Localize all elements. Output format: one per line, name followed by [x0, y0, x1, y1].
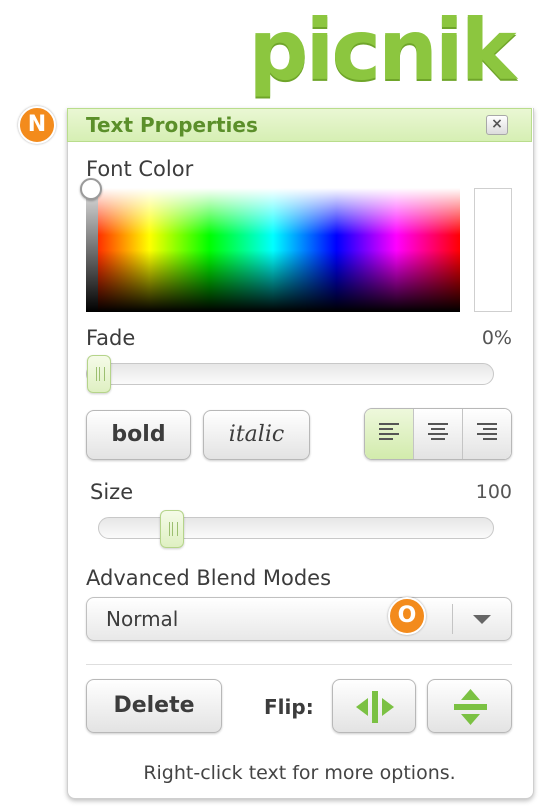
- italic-button[interactable]: italic: [203, 410, 310, 460]
- size-value: 100: [475, 481, 512, 503]
- delete-button[interactable]: Delete: [86, 679, 222, 733]
- section-divider: [86, 664, 512, 665]
- size-label: Size: [90, 480, 134, 504]
- fade-label: Fade: [86, 326, 136, 350]
- footer-hint: Right-click text for more options.: [143, 762, 456, 784]
- color-picker-handle[interactable]: [80, 178, 102, 200]
- grip-icon: [96, 367, 105, 381]
- bold-button[interactable]: bold: [86, 410, 191, 460]
- close-button[interactable]: ×: [486, 115, 508, 135]
- grip-icon: [169, 522, 178, 536]
- align-right-button[interactable]: [462, 409, 511, 459]
- align-left-button[interactable]: [365, 409, 413, 459]
- fade-slider-thumb[interactable]: [87, 355, 111, 393]
- flip-horizontal-button[interactable]: [332, 679, 416, 733]
- color-spectrum-gray-edge: [86, 188, 98, 312]
- font-color-label: Font Color: [86, 157, 194, 181]
- chevron-down-icon[interactable]: [473, 615, 491, 624]
- blend-modes-label: Advanced Blend Modes: [86, 566, 332, 590]
- center-align-icon: [428, 423, 448, 443]
- blend-mode-selected: Normal: [106, 607, 179, 631]
- picnik-logo: picnik: [248, 1, 516, 99]
- size-slider-track[interactable]: [98, 517, 494, 539]
- fade-value: 0%: [481, 327, 512, 349]
- annotation-badge-n: N: [18, 106, 56, 144]
- flip-vertical-icon: [454, 689, 487, 725]
- alignment-group: [364, 408, 512, 460]
- annotation-badge-o: O: [388, 597, 426, 635]
- fade-slider-track[interactable]: [86, 363, 494, 385]
- flip-label: Flip:: [264, 695, 314, 719]
- right-align-icon: [477, 423, 497, 443]
- left-align-icon: [379, 423, 399, 443]
- size-slider-thumb[interactable]: [160, 510, 184, 548]
- flip-horizontal-icon: [356, 691, 394, 723]
- selected-color-swatch: [474, 188, 512, 312]
- dropdown-separator: [452, 604, 453, 634]
- align-center-button[interactable]: [413, 409, 462, 459]
- panel-title: Text Properties: [86, 113, 258, 137]
- flip-vertical-button[interactable]: [427, 679, 512, 733]
- color-spectrum[interactable]: [86, 188, 460, 312]
